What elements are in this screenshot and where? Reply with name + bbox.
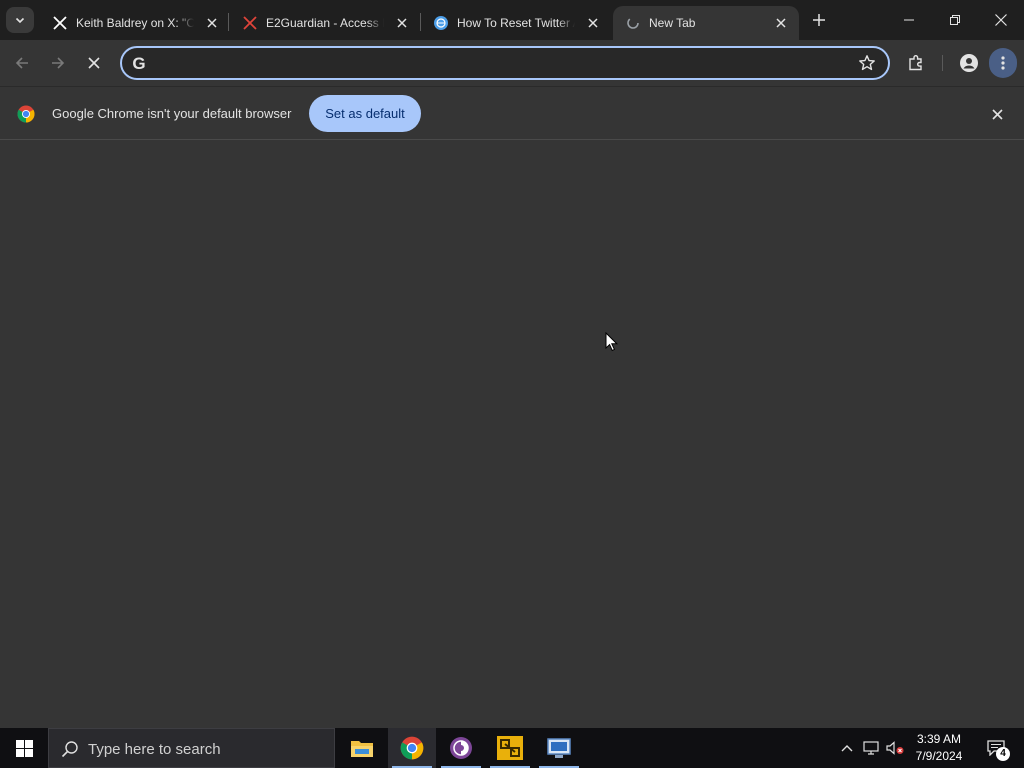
network-icon [863,741,879,755]
arrow-right-icon [52,57,65,69]
taskbar-search-box[interactable]: Type here to search [48,728,335,768]
start-button[interactable] [0,728,48,768]
clock-date: 7/9/2024 [915,749,963,763]
chrome-icon [400,736,424,760]
tab-e2guardian[interactable]: E2Guardian - Access Denied [230,6,420,40]
page-content [0,141,1024,728]
taskbar-remote-desktop[interactable] [535,728,583,768]
file-explorer-icon [351,741,373,757]
close-tab-icon[interactable] [394,15,410,31]
clock-time: 3:39 AM [916,732,962,746]
new-tab-button[interactable] [808,9,830,31]
plus-icon [813,14,825,26]
close-tab-icon[interactable] [773,15,789,31]
tab-search-button[interactable] [6,7,34,33]
omnibox-input[interactable] [158,52,848,74]
tab-divider [228,13,229,31]
show-hidden-icons-button[interactable] [836,728,858,768]
arrow-left-icon [15,57,28,69]
volume-muted-icon [886,741,904,755]
windows-logo-icon [15,739,33,757]
default-browser-infobar: Google Chrome isn't your default browser… [0,86,1024,140]
stop-loading-button[interactable] [79,48,109,78]
chevron-down-icon [15,17,25,24]
x-logo-icon [52,15,68,31]
network-button[interactable] [860,728,882,768]
tab-title: New Tab [649,16,696,30]
globe-icon [433,15,449,31]
close-tab-icon[interactable] [585,15,601,31]
notification-count-badge: 4 [996,747,1010,761]
action-center-button[interactable]: 4 [978,728,1014,768]
minimize-button[interactable] [886,0,932,40]
set-as-default-button[interactable]: Set as default [309,95,421,132]
windows-taskbar: Type here to search 3:39 AM 7/9/2024 4 [0,728,1024,768]
back-button[interactable] [7,48,37,78]
tab-strip: Keith Baldrey on X: "Oct E2Guardian - Ac… [0,0,1024,40]
minimize-icon [904,19,914,21]
chrome-menu-button[interactable] [989,48,1017,78]
loading-icon [625,15,641,31]
search-icon [61,741,78,758]
x-logo-red-icon [242,15,258,31]
puzzle-icon [909,55,922,71]
forward-button[interactable] [43,48,73,78]
tab-title: How To Reset Twitter Account [457,16,575,30]
close-icon [991,108,1003,120]
mouse-cursor-icon [605,332,619,352]
avatar-icon [960,54,978,72]
tab-new-tab[interactable]: New Tab [613,6,799,40]
tab-keith-baldrey[interactable]: Keith Baldrey on X: "Oct [40,6,230,40]
toolbar-divider [942,55,943,71]
remote-desktop-icon [547,738,571,758]
volume-button[interactable] [884,728,906,768]
tab-title: E2Guardian - Access Denied [266,16,384,30]
google-g-icon: G [132,54,146,73]
restore-button[interactable] [932,0,978,40]
restore-icon [950,15,960,25]
close-icon [88,57,100,69]
search-placeholder: Type here to search [88,741,221,758]
extensions-button[interactable] [901,48,931,78]
browser-toolbar: G [0,40,1024,86]
infobar-message: Google Chrome isn't your default browser [52,106,292,121]
close-tab-icon[interactable] [204,15,220,31]
tor-browser-icon [450,737,472,759]
taskbar-vmware[interactable] [486,728,534,768]
close-icon [995,14,1007,26]
more-vertical-icon [1001,56,1005,70]
bookmark-star-icon[interactable] [858,54,876,72]
tab-reset-twitter[interactable]: How To Reset Twitter Account [421,6,611,40]
chrome-logo-icon [17,105,35,123]
profile-button[interactable] [954,48,984,78]
taskbar-tor-browser[interactable] [437,728,485,768]
close-infobar-button[interactable] [988,105,1006,123]
address-bar[interactable]: G [120,46,890,80]
chevron-up-icon [841,745,853,752]
vmware-icon [497,736,523,760]
tab-title: Keith Baldrey on X: "Oct [76,16,194,30]
taskbar-file-explorer[interactable] [338,728,386,768]
taskbar-chrome[interactable] [388,728,436,768]
taskbar-clock[interactable]: 3:39 AM 7/9/2024 [908,731,970,765]
close-window-button[interactable] [978,0,1024,40]
